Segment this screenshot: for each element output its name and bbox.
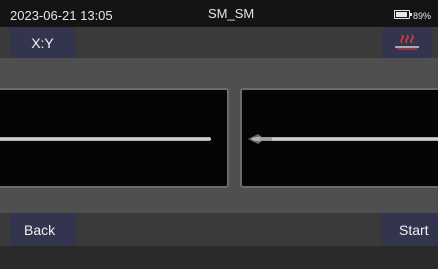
back-button[interactable]: Back <box>10 213 76 246</box>
status-datetime: 2023-06-21 13:05 <box>10 8 113 23</box>
battery-percent: 89% <box>413 11 432 21</box>
right-fiber <box>252 137 438 141</box>
battery-icon <box>394 10 412 19</box>
left-camera-view <box>0 88 229 188</box>
back-label: Back <box>24 221 56 238</box>
status-bar: 2023-06-21 13:05 SM_SM 89% <box>0 0 438 27</box>
fiber-cleave-end <box>248 134 272 144</box>
right-camera-view <box>240 88 438 188</box>
xy-view-button[interactable]: X:Y <box>10 27 75 58</box>
left-fiber <box>0 137 211 141</box>
bottom-bar <box>0 246 438 269</box>
fiber-mode-label: SM_SM <box>208 6 255 21</box>
heater-icon <box>395 34 419 50</box>
xy-view-label: X:Y <box>31 34 54 51</box>
battery-fill <box>396 12 407 17</box>
start-label: Start <box>399 221 429 238</box>
start-button[interactable]: Start <box>381 213 438 246</box>
heater-button[interactable] <box>382 27 432 58</box>
